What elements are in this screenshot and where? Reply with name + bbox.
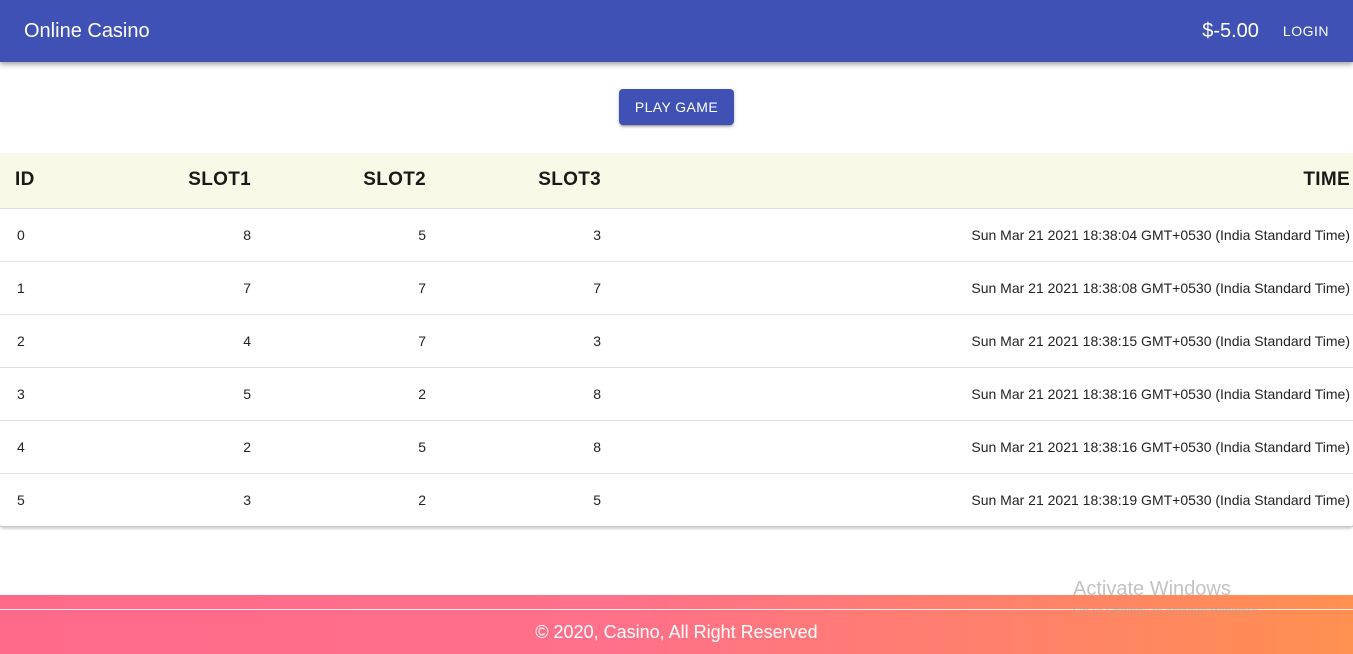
cell-slot2: 2 <box>254 367 429 421</box>
header-slot3: SLOT3 <box>429 153 604 209</box>
cell-slot3: 8 <box>429 367 604 421</box>
cell-slot1: 2 <box>90 420 254 474</box>
cell-slot2: 5 <box>254 420 429 474</box>
table-row: 1 7 7 7 Sun Mar 21 2021 18:38:08 GMT+053… <box>0 261 1353 315</box>
play-area: PLAY GAME <box>0 89 1353 125</box>
cell-slot3: 3 <box>429 208 604 262</box>
table-row: 0 8 5 3 Sun Mar 21 2021 18:38:04 GMT+053… <box>0 208 1353 262</box>
cell-slot2: 7 <box>254 314 429 368</box>
table-row: 4 2 5 8 Sun Mar 21 2021 18:38:16 GMT+053… <box>0 420 1353 474</box>
cell-id: 2 <box>0 314 90 368</box>
cell-id: 5 <box>0 473 90 527</box>
table-row: 5 3 2 5 Sun Mar 21 2021 18:38:19 GMT+053… <box>0 473 1353 527</box>
results-table-container: ID SLOT1 SLOT2 SLOT3 TIME 0 8 5 3 Sun Ma… <box>0 153 1353 527</box>
results-table: ID SLOT1 SLOT2 SLOT3 TIME 0 8 5 3 Sun Ma… <box>0 153 1353 527</box>
header-slot1: SLOT1 <box>90 153 254 209</box>
cell-time: Sun Mar 21 2021 18:38:04 GMT+0530 (India… <box>604 208 1353 262</box>
app-bar: Online Casino $-5.00 LOGIN <box>0 0 1353 62</box>
cell-time: Sun Mar 21 2021 18:38:19 GMT+0530 (India… <box>604 473 1353 527</box>
cell-slot3: 5 <box>429 473 604 527</box>
play-game-button[interactable]: PLAY GAME <box>619 89 734 125</box>
login-button[interactable]: LOGIN <box>1283 17 1329 45</box>
cell-slot1: 3 <box>90 473 254 527</box>
cell-time: Sun Mar 21 2021 18:38:16 GMT+0530 (India… <box>604 367 1353 421</box>
watermark-subtitle: Go to Settings to activate Windows. <box>1073 604 1263 618</box>
cell-id: 1 <box>0 261 90 315</box>
cell-id: 0 <box>0 208 90 262</box>
watermark-title: Activate Windows <box>1073 578 1231 600</box>
cell-slot1: 5 <box>90 367 254 421</box>
table-header-row: ID SLOT1 SLOT2 SLOT3 TIME <box>0 153 1353 209</box>
cell-slot2: 2 <box>254 473 429 527</box>
app-title: Online Casino <box>24 19 150 42</box>
cell-id: 4 <box>0 420 90 474</box>
balance-display: $-5.00 <box>1202 19 1259 42</box>
cell-slot3: 3 <box>429 314 604 368</box>
cell-id: 3 <box>0 367 90 421</box>
header-time: TIME <box>604 153 1353 209</box>
table-row: 3 5 2 8 Sun Mar 21 2021 18:38:16 GMT+053… <box>0 367 1353 421</box>
cell-slot3: 8 <box>429 420 604 474</box>
cell-slot2: 5 <box>254 208 429 262</box>
activate-windows-watermark: Activate Windows Go to Settings to activ… <box>1073 578 1262 618</box>
table-row: 2 4 7 3 Sun Mar 21 2021 18:38:15 GMT+053… <box>0 314 1353 368</box>
cell-slot2: 7 <box>254 261 429 315</box>
cell-time: Sun Mar 21 2021 18:38:15 GMT+0530 (India… <box>604 314 1353 368</box>
cell-slot1: 4 <box>90 314 254 368</box>
footer-copyright: © 2020, Casino, All Right Reserved <box>535 622 818 642</box>
header-slot2: SLOT2 <box>254 153 429 209</box>
cell-time: Sun Mar 21 2021 18:38:08 GMT+0530 (India… <box>604 261 1353 315</box>
cell-time: Sun Mar 21 2021 18:38:16 GMT+0530 (India… <box>604 420 1353 474</box>
header-id: ID <box>0 153 90 209</box>
cell-slot1: 7 <box>90 261 254 315</box>
cell-slot3: 7 <box>429 261 604 315</box>
cell-slot1: 8 <box>90 208 254 262</box>
